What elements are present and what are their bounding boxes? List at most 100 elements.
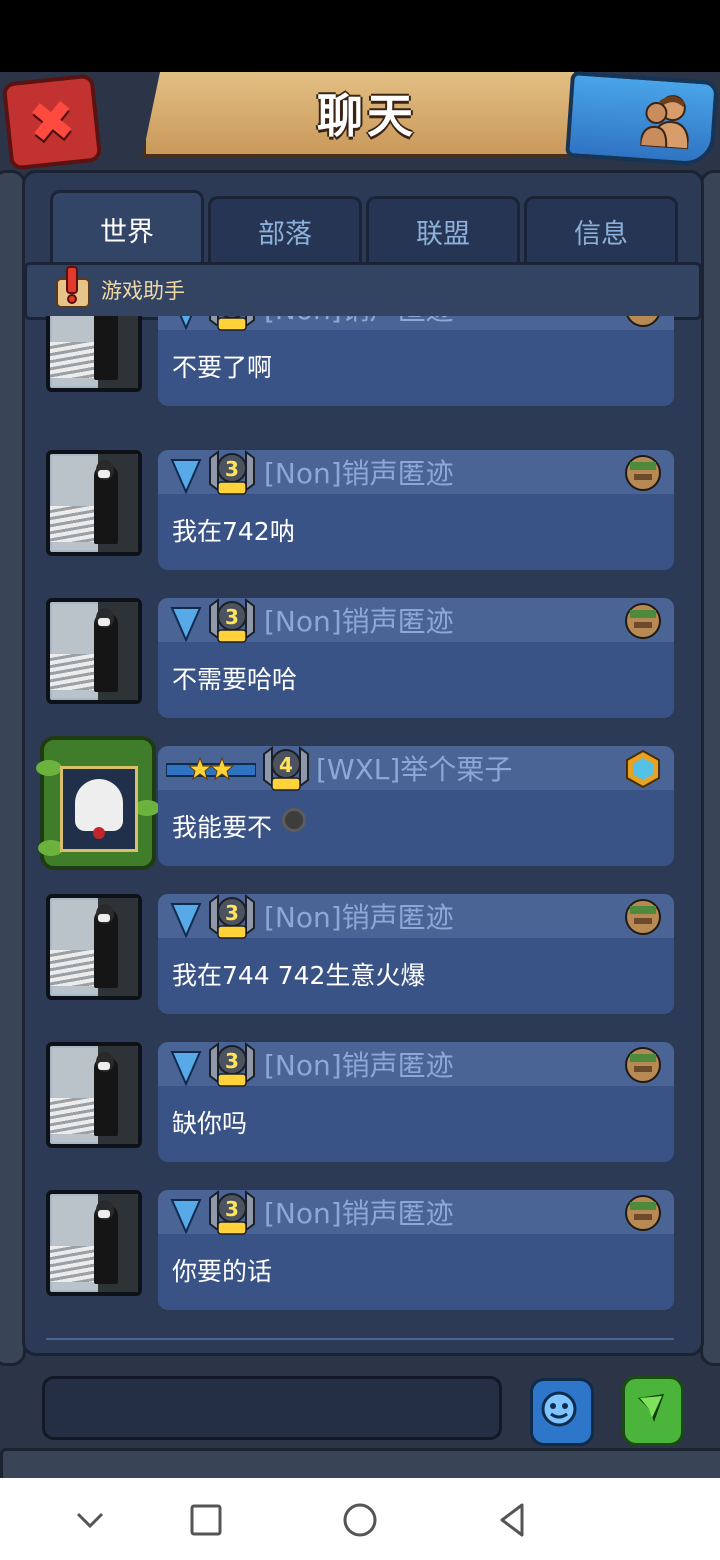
send-icon — [638, 1394, 664, 1422]
tab-label: 联盟 — [416, 218, 470, 250]
vip-level: 3 — [225, 457, 239, 481]
game-helper-bar[interactable]: 游戏助手 — [24, 262, 702, 320]
message-header: 3 [Non]销声匿迹 — [158, 598, 674, 643]
avatar-framed[interactable] — [36, 736, 160, 870]
message-text: 缺你吗 — [172, 1109, 248, 1138]
circle-icon[interactable] — [338, 1498, 382, 1542]
message-text: 不需要哈哈 — [172, 665, 298, 694]
message-text: 我在742呐 — [172, 517, 295, 546]
message-header: 3 [Non]销声匿迹 — [158, 316, 674, 331]
avatar[interactable] — [46, 1190, 142, 1296]
vip-badge-icon: 4 — [263, 746, 309, 791]
friends-icon — [640, 95, 690, 150]
message-bubble: 3 [Non]销声匿迹 我在744 742生意火爆 — [158, 894, 674, 1014]
message-item: 3 [Non]销声匿迹 不要了啊 — [30, 316, 690, 416]
game-helper-label: 游戏助手 — [101, 279, 185, 303]
message-header: 3 [Non]销声匿迹 — [158, 450, 674, 495]
vip-level: 3 — [225, 605, 239, 629]
next-message-peek — [46, 1338, 674, 1340]
rank-shield-icon — [170, 1199, 202, 1234]
warrior-badge-icon — [625, 1047, 661, 1083]
message-item: 3 [Non]销声匿迹 不需要哈哈 — [30, 598, 690, 728]
system-navbar — [0, 1478, 720, 1560]
chat-input[interactable] — [42, 1376, 502, 1440]
message-item: 4 [WXL]举个栗子 我能要不 — [30, 736, 690, 876]
vip-level: 4 — [279, 753, 293, 777]
square-icon[interactable] — [184, 1498, 228, 1542]
moon-emoji-icon — [282, 808, 306, 832]
message-bubble: 3 [Non]销声匿迹 不需要哈哈 — [158, 598, 674, 718]
vip-level: 3 — [225, 316, 239, 317]
send-button[interactable] — [622, 1376, 684, 1446]
tab-world[interactable]: 世界 — [50, 190, 204, 265]
avatar[interactable] — [46, 316, 142, 392]
tab-label: 信息 — [574, 218, 628, 250]
back-triangle-icon[interactable] — [490, 1498, 534, 1542]
sender-name[interactable]: [Non]销声匿迹 — [264, 1192, 454, 1232]
close-button[interactable]: ✖ — [1, 73, 103, 171]
tab-label: 世界 — [100, 216, 154, 248]
rank-stars-icon — [166, 756, 256, 781]
message-bubble: 4 [WXL]举个栗子 我能要不 — [158, 746, 674, 866]
message-bubble: 3 [Non]销声匿迹 不要了啊 — [158, 316, 674, 406]
warrior-badge-icon — [625, 455, 661, 491]
vip-badge-icon: 3 — [209, 1042, 255, 1087]
rank-shield-icon — [170, 1051, 202, 1086]
page-title: 聊天 — [317, 89, 417, 143]
warrior-badge-icon — [626, 316, 660, 327]
vip-badge-icon: 3 — [209, 598, 255, 643]
avatar[interactable] — [46, 1042, 142, 1148]
message-text: 不要了啊 — [172, 353, 273, 382]
rank-shield-icon — [179, 316, 193, 330]
sender-name[interactable]: [Non]销声匿迹 — [264, 896, 454, 936]
message-list[interactable]: 3 [Non]销声匿迹 不要了啊 3 [Non]销声匿迹 我在742呐 3 — [30, 316, 690, 1340]
warrior-badge-icon — [625, 899, 661, 935]
emoji-button[interactable] — [530, 1378, 594, 1446]
message-bubble: 3 [Non]销声匿迹 你要的话 — [158, 1190, 674, 1310]
sender-name[interactable]: [Non]销声匿迹 — [264, 316, 454, 328]
message-text: 你要的话 — [172, 1257, 273, 1286]
vip-badge-icon: 3 — [209, 450, 255, 495]
emoji-icon — [541, 1391, 577, 1427]
vip-level: 3 — [225, 1197, 239, 1221]
sender-name[interactable]: [Non]销声匿迹 — [264, 600, 454, 640]
avatar[interactable] — [46, 894, 142, 1000]
message-header: 4 [WXL]举个栗子 — [158, 746, 674, 791]
tab-info[interactable]: 信息 — [524, 196, 678, 263]
avatar[interactable] — [46, 450, 142, 556]
message-item: 3 [Non]销声匿迹 我在744 742生意火爆 — [30, 894, 690, 1024]
chevron-down-icon[interactable] — [68, 1498, 112, 1542]
message-item: 3 [Non]销声匿迹 我在742呐 — [30, 450, 690, 580]
scroll-alert-icon — [56, 266, 90, 308]
vip-level: 3 — [225, 1049, 239, 1073]
close-icon: ✖ — [25, 87, 79, 157]
message-item: 3 [Non]销声匿迹 缺你吗 — [30, 1042, 690, 1172]
message-text: 我能要不 — [172, 808, 272, 844]
avatar[interactable] — [46, 598, 142, 704]
friends-button[interactable] — [565, 70, 719, 168]
tab-tribe[interactable]: 部落 — [208, 196, 362, 263]
message-text: 我在744 742生意火爆 — [172, 961, 426, 990]
crystal-badge-icon — [626, 750, 660, 788]
rank-shield-icon — [170, 903, 202, 938]
warrior-badge-icon — [625, 1195, 661, 1231]
vip-badge-icon: 3 — [209, 1190, 255, 1235]
vip-badge-icon: 3 — [209, 894, 255, 939]
warrior-badge-icon — [625, 603, 661, 639]
message-header: 3 [Non]销声匿迹 — [158, 1190, 674, 1235]
title-banner: 聊天 — [142, 72, 592, 158]
sender-name[interactable]: [Non]销声匿迹 — [264, 452, 454, 492]
message-item: 3 [Non]销声匿迹 你要的话 — [30, 1190, 690, 1320]
rank-shield-icon — [170, 459, 202, 494]
message-bubble: 3 [Non]销声匿迹 缺你吗 — [158, 1042, 674, 1162]
tab-label: 部落 — [258, 218, 312, 250]
message-header: 3 [Non]销声匿迹 — [158, 1042, 674, 1087]
message-text-content: 我能要不 — [172, 813, 273, 842]
vip-level: 3 — [225, 901, 239, 925]
message-bubble: 3 [Non]销声匿迹 我在742呐 — [158, 450, 674, 570]
rank-shield-icon — [170, 607, 202, 642]
sender-name[interactable]: [WXL]举个栗子 — [316, 748, 512, 788]
tab-alliance[interactable]: 联盟 — [366, 196, 520, 263]
status-bar — [0, 0, 720, 72]
sender-name[interactable]: [Non]销声匿迹 — [264, 1044, 454, 1084]
